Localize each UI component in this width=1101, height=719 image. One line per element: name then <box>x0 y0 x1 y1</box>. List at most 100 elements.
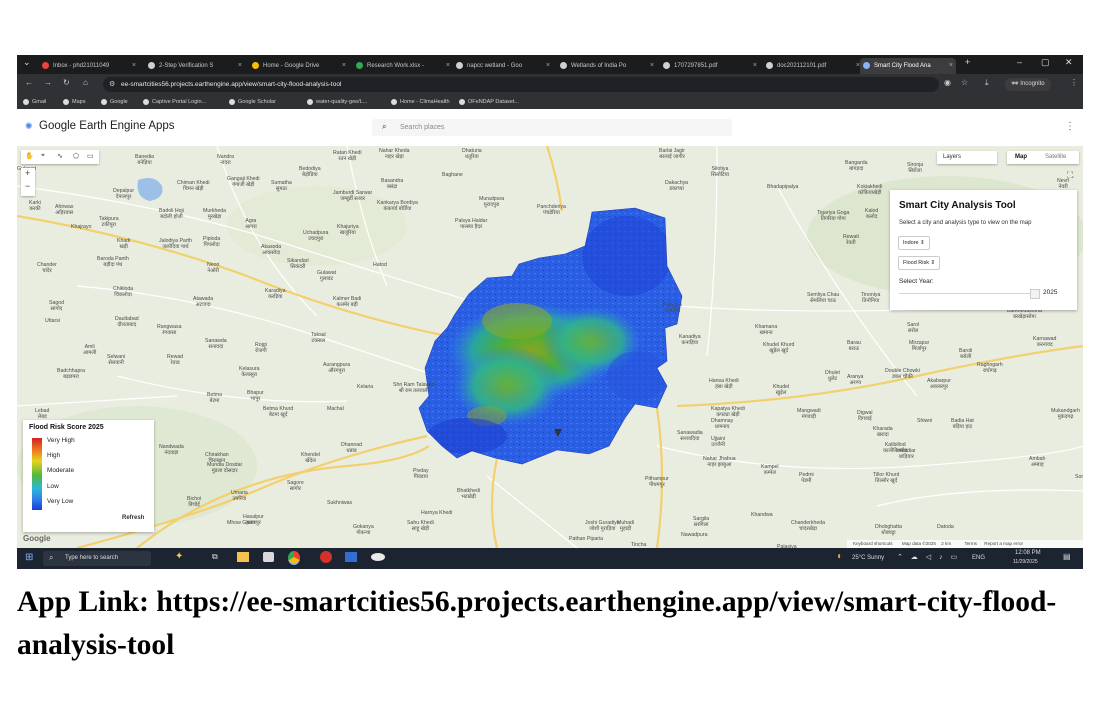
map-place-label: Gangaji Khedi गंगाजी खेड़ी <box>227 176 260 188</box>
browser-tab[interactable]: doc202112101.pdf × <box>763 58 863 74</box>
more-vert-icon[interactable]: ⋮ <box>1070 78 1078 87</box>
maximize-button[interactable]: ▢ <box>1041 57 1050 68</box>
report-map-error-link[interactable]: Report a map error <box>984 541 1023 546</box>
store-icon[interactable] <box>263 552 274 562</box>
map-canvas[interactable]: Banedia बनेड़िया Nandra नांदरा Ratan Khedi… <box>17 146 1083 548</box>
close-tab-icon[interactable]: × <box>753 58 757 74</box>
bookmark-item[interactable]: Maps <box>63 95 85 109</box>
address-bar-row: ← → ↻ ⌂ ⚙ ee-smartcities56.projects.eart… <box>17 74 1083 95</box>
browser-tab[interactable]: napcc wetland - Goo × <box>453 58 553 74</box>
star-icon[interactable]: ☆ <box>961 78 968 87</box>
taskbar-search[interactable]: ⌕ Type here to search <box>43 551 151 566</box>
bookmark-item[interactable]: Home - ClimaHealth <box>391 95 450 109</box>
app-icon-white[interactable] <box>371 553 385 561</box>
map-place-label: Sarol सरोल <box>907 322 920 334</box>
weather-text[interactable]: 25°C Sunny <box>852 555 884 561</box>
marker-icon[interactable]: ⌖ <box>41 152 45 160</box>
clock-date[interactable]: 11/29/2025 <box>1013 559 1038 565</box>
minimize-button[interactable]: – <box>1017 57 1022 67</box>
year-slider-thumb[interactable] <box>1030 289 1040 299</box>
tray-icons[interactable]: ⌃ ☁ ◁ ♪ ▭ <box>897 553 960 561</box>
close-tab-icon[interactable]: × <box>238 58 242 74</box>
map-place-label: Tigariya Goga तिगरिया गोगा <box>817 210 850 222</box>
browser-tab[interactable]: 1707297851.pdf × <box>660 58 760 74</box>
url-box[interactable]: ⚙ ee-smartcities56.projects.earthengine.… <box>103 77 939 92</box>
notifications-icon[interactable]: ▤ <box>1063 552 1071 561</box>
new-tab-button[interactable]: + <box>965 57 970 67</box>
copilot-icon[interactable]: ✦ <box>175 551 183 562</box>
browser-tab[interactable]: Inbox - phd21011049 × <box>39 58 139 74</box>
home-icon[interactable]: ⌂ <box>83 78 88 87</box>
close-tab-icon[interactable]: × <box>132 58 136 74</box>
map-place-label: Dhobghatta धोबघट्टा <box>875 524 902 536</box>
close-tab-icon[interactable]: × <box>342 58 346 74</box>
browser-tab[interactable]: Wetlands of India Po × <box>557 58 657 74</box>
bookmark-item[interactable]: OFeNDAP Dataset... <box>459 95 519 109</box>
taskbar-search-input[interactable]: Type here to search <box>65 555 118 561</box>
browser-tab[interactable]: Research Work.xlsx - × <box>353 58 453 74</box>
site-info-icon[interactable]: ⚙ <box>109 80 115 88</box>
search-input[interactable]: Search places <box>400 119 444 136</box>
language-indicator[interactable]: ENG <box>972 555 985 561</box>
tab-favicon-icon <box>663 62 670 69</box>
close-tab-icon[interactable]: × <box>546 58 550 74</box>
eye-off-icon[interactable]: ◉ <box>944 78 951 87</box>
chrome-taskbar-icon[interactable] <box>288 551 300 565</box>
clock-time[interactable]: 12:08 PM <box>1015 550 1041 556</box>
year-slider-track[interactable] <box>899 293 1034 294</box>
terms-link[interactable]: Terms <box>964 541 977 546</box>
map-place-label: Taksal टकसल <box>311 332 326 344</box>
map-place-label: Khendel खेंदेल <box>301 452 321 464</box>
file-explorer-icon[interactable] <box>237 552 249 562</box>
forward-icon[interactable]: → <box>44 78 52 87</box>
windows-start-icon[interactable]: ⊞ <box>25 552 33 563</box>
bookmark-item[interactable]: Google Scholar <box>229 95 276 109</box>
app-icon-red[interactable] <box>320 551 332 563</box>
map-place-label: Sumatha सुमठा <box>271 180 292 192</box>
map-type-map[interactable]: Map <box>1015 151 1027 164</box>
task-view-icon[interactable]: ⧉ <box>212 552 218 562</box>
bookmark-item[interactable]: water-quality-gee/L... <box>307 95 367 109</box>
google-logo: Google <box>23 534 51 543</box>
map-place-label: Pedmi पेडमी <box>799 472 814 484</box>
chrome-menu-icon[interactable]: ⌄ <box>23 57 31 68</box>
download-icon[interactable]: ⤓ <box>985 78 989 88</box>
incognito-label: Incognito <box>1020 81 1045 87</box>
analysis-select[interactable]: Flood Risk ⇕ <box>898 256 941 270</box>
more-vert-icon[interactable]: ⋮ <box>1065 121 1075 132</box>
app-icon-blue[interactable] <box>345 552 357 562</box>
layers-button[interactable]: Layers <box>937 151 997 164</box>
app-title[interactable]: Google Earth Engine Apps <box>39 120 175 132</box>
map-place-label: Ahirwas अहिरवास <box>55 204 74 216</box>
map-place-label: Uchadpura उचदपुरा <box>303 230 329 242</box>
zoom-in-icon[interactable]: + <box>25 168 30 178</box>
browser-tab[interactable]: Home - Google Drive × <box>249 58 349 74</box>
close-tab-icon[interactable]: × <box>446 58 450 74</box>
line-icon[interactable]: ∿ <box>57 152 63 160</box>
reload-icon[interactable]: ↻ <box>63 78 70 87</box>
year-label: Select Year: <box>899 278 934 285</box>
polygon-icon[interactable]: ⬠ <box>73 152 79 160</box>
browser-tab[interactable]: Smart City Flood Ana × <box>860 58 956 74</box>
map-place-label: Khadi खड़ी <box>117 238 131 250</box>
refresh-button[interactable]: Refresh <box>119 513 147 523</box>
keyboard-shortcuts-link[interactable]: Keyboard shortcuts <box>853 541 893 546</box>
browser-tab[interactable]: 2-Step Verification S × <box>145 58 245 74</box>
zoom-out-icon[interactable]: − <box>25 181 30 191</box>
close-tab-icon[interactable]: × <box>949 58 953 74</box>
bookmark-item[interactable]: Captive Portal Login... <box>143 95 206 109</box>
city-select[interactable]: Indore ⇕ <box>898 236 930 250</box>
close-tab-icon[interactable]: × <box>650 58 654 74</box>
map-type-satellite[interactable]: Satellite <box>1045 151 1066 164</box>
close-window-button[interactable]: ✕ <box>1065 57 1073 68</box>
search-places-box[interactable]: ⌕ Search places <box>372 119 732 136</box>
back-icon[interactable]: ← <box>25 78 33 87</box>
bookmark-item[interactable]: Gmail <box>23 95 46 109</box>
hand-tool-icon[interactable]: ✋ <box>25 152 34 160</box>
app-header: ✺ Google Earth Engine Apps ⌕ Search plac… <box>17 109 1083 146</box>
bookmark-item[interactable]: Google <box>101 95 128 109</box>
rectangle-icon[interactable]: ▭ <box>87 152 94 160</box>
map-place-label: Bangarda बांगड़दा <box>845 160 868 172</box>
incognito-badge[interactable]: 🕶 Incognito <box>1005 78 1051 91</box>
fullscreen-icon[interactable]: ⛶ <box>1067 170 1073 181</box>
